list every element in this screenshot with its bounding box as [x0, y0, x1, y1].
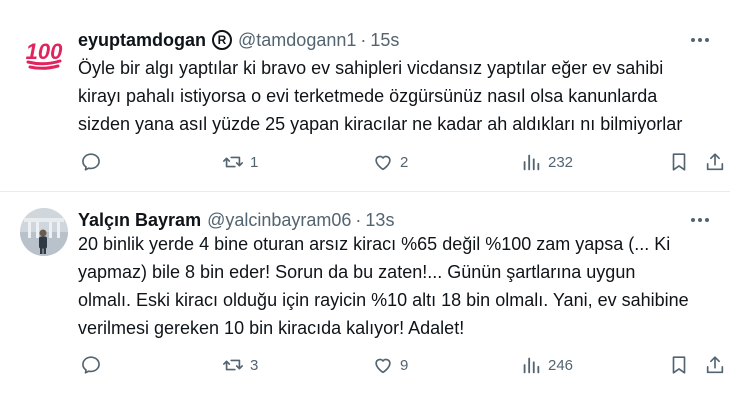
author-name[interactable]: Yalçın Bayram: [78, 210, 201, 231]
like-button[interactable]: 2: [372, 149, 408, 175]
views-icon: [523, 154, 540, 171]
heart-icon: [375, 358, 391, 374]
hundred-points-icon: 100: [26, 39, 63, 70]
reply-icon: [82, 356, 100, 374]
retweet-count: 1: [250, 153, 259, 171]
bookmark-button[interactable]: [668, 352, 690, 378]
registered-badge-icon: R: [212, 30, 233, 50]
tweet-actions: 1 2 232: [78, 149, 728, 175]
bookmark-icon: [672, 356, 686, 374]
views-button[interactable]: 232: [520, 149, 573, 175]
views-count: 246: [548, 356, 574, 374]
separator: ·: [355, 209, 362, 230]
bookmark-icon: [672, 153, 686, 171]
timestamp[interactable]: 15s: [370, 30, 399, 51]
share-button[interactable]: [704, 149, 726, 175]
like-count: 2: [400, 153, 409, 171]
reply-button[interactable]: [80, 149, 102, 175]
author-handle[interactable]: @yalcinbayram06: [207, 210, 351, 231]
bookmark-button[interactable]: [668, 149, 690, 175]
separator: ·: [360, 29, 367, 50]
more-icon[interactable]: [688, 210, 712, 230]
views-count: 232: [548, 153, 574, 171]
tweet-actions: 3 9 246: [78, 352, 728, 378]
views-icon: [523, 357, 540, 374]
share-icon: [706, 356, 724, 374]
reply-button[interactable]: [80, 352, 102, 378]
retweet-count: 3: [250, 356, 259, 374]
heart-icon: [375, 155, 391, 171]
retweet-icon: [223, 156, 243, 168]
author-handle[interactable]: @tamdogann1: [238, 30, 356, 51]
share-button[interactable]: [704, 352, 726, 378]
like-count: 9: [400, 356, 409, 374]
retweet-button[interactable]: 1: [222, 149, 258, 175]
tweet-text: Öyle bir algı yaptılar ki bravo ev sahip…: [78, 58, 683, 134]
retweet-icon: [223, 359, 243, 371]
tweet-text: 20 binlik yerde 4 bine oturan arsız kira…: [78, 234, 689, 338]
tweet-header: Yalçın Bayram @yalcinbayram06 · 13s: [78, 208, 394, 232]
share-icon: [706, 153, 724, 171]
avatar[interactable]: 100: [20, 28, 68, 76]
person-photo-icon: [20, 208, 68, 256]
tweet[interactable]: 100 eyuptamdogan R @tamdogann1 · 15s Öyl…: [0, 0, 730, 191]
tweet-header: eyuptamdogan R @tamdogann1 · 15s: [78, 28, 399, 52]
avatar[interactable]: [20, 208, 68, 256]
author-name[interactable]: eyuptamdogan: [78, 30, 206, 51]
timestamp[interactable]: 13s: [365, 210, 394, 231]
like-button[interactable]: 9: [372, 352, 408, 378]
tweet[interactable]: Yalçın Bayram @yalcinbayram06 · 13s 20 b…: [0, 192, 730, 420]
reply-icon: [82, 153, 100, 171]
more-icon[interactable]: [688, 30, 712, 50]
retweet-button[interactable]: 3: [222, 352, 258, 378]
views-button[interactable]: 246: [520, 352, 573, 378]
